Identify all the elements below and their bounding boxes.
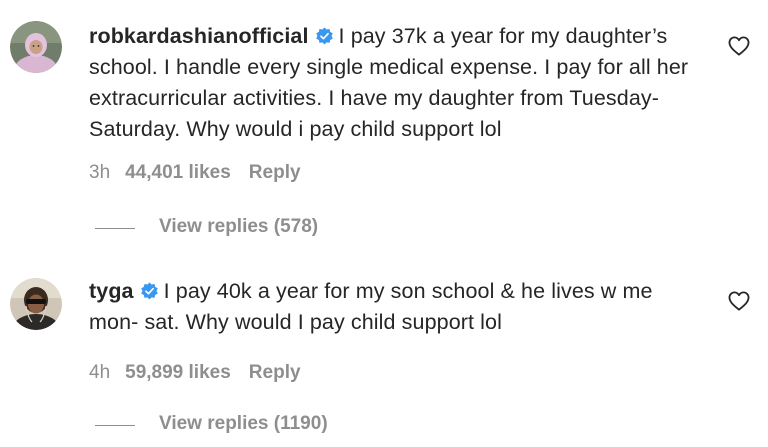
verified-badge-icon bbox=[315, 27, 333, 45]
comment-meta: 4h 59,899 likes Reply bbox=[89, 362, 301, 384]
reply-button[interactable]: Reply bbox=[249, 162, 301, 184]
verified-badge-icon bbox=[140, 282, 158, 300]
replies-divider bbox=[95, 425, 135, 426]
comment-text-block: tyga I pay 40k a year for my son school &… bbox=[89, 276, 701, 338]
heart-outline-icon[interactable] bbox=[728, 36, 750, 56]
likes-count[interactable]: 59,899 likes bbox=[125, 362, 231, 384]
view-replies-label[interactable]: View replies (1190) bbox=[159, 413, 328, 435]
replies-divider bbox=[95, 228, 135, 229]
username[interactable]: tyga bbox=[89, 279, 134, 303]
timestamp: 3h bbox=[89, 162, 111, 183]
heart-outline-icon[interactable] bbox=[728, 291, 750, 311]
username[interactable]: robkardashianofficial bbox=[89, 24, 309, 48]
avatar[interactable] bbox=[10, 278, 62, 330]
likes-count[interactable]: 44,401 likes bbox=[125, 162, 231, 184]
comment-text-block: robkardashianofficial I pay 37k a year fo… bbox=[89, 21, 701, 145]
timestamp: 4h bbox=[89, 362, 111, 383]
view-replies-label[interactable]: View replies (578) bbox=[159, 216, 318, 238]
avatar[interactable] bbox=[10, 21, 62, 73]
reply-button[interactable]: Reply bbox=[249, 362, 301, 384]
comment-meta: 3h 44,401 likes Reply bbox=[89, 162, 301, 184]
comment-item: tyga I pay 40k a year for my son school &… bbox=[0, 262, 768, 447]
comment-body: I pay 40k a year for my son school & he … bbox=[89, 279, 653, 334]
comment-item: robkardashianofficial I pay 37k a year fo… bbox=[0, 0, 768, 260]
